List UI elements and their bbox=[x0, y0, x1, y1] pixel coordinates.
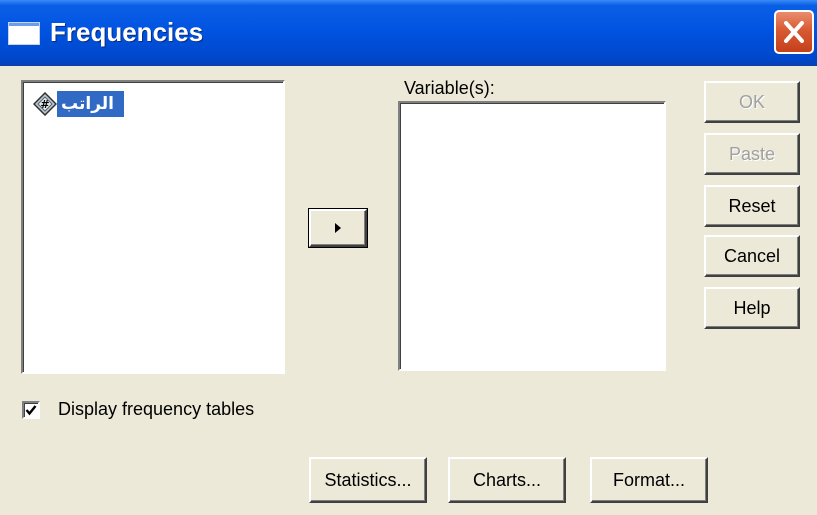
variables-label: Variable(s): bbox=[404, 78, 495, 98]
svg-text:#: # bbox=[40, 98, 49, 111]
target-variable-list[interactable] bbox=[398, 101, 666, 371]
numeric-variable-icon: # bbox=[32, 91, 58, 117]
help-button[interactable]: Help bbox=[704, 287, 800, 329]
display-frequency-tables-option[interactable]: Display frequency tables bbox=[22, 399, 254, 420]
charts-button[interactable]: Charts... bbox=[448, 457, 566, 503]
display-frequency-tables-checkbox[interactable] bbox=[22, 400, 40, 419]
window-icon bbox=[8, 22, 40, 45]
cancel-button[interactable]: Cancel bbox=[704, 235, 800, 277]
right-arrow-icon bbox=[335, 223, 341, 233]
source-variable-list[interactable]: # الراتب bbox=[21, 80, 285, 374]
paste-button[interactable]: Paste bbox=[704, 133, 800, 175]
move-variable-button[interactable] bbox=[308, 208, 368, 248]
ok-button[interactable]: OK bbox=[704, 81, 800, 123]
variable-name: الراتب bbox=[57, 91, 124, 117]
statistics-button[interactable]: Statistics... bbox=[309, 457, 427, 503]
checkmark-icon bbox=[25, 404, 37, 415]
close-icon bbox=[784, 21, 804, 43]
reset-button[interactable]: Reset bbox=[704, 185, 800, 227]
list-item[interactable]: # الراتب bbox=[32, 91, 124, 117]
title-bar[interactable]: Frequencies bbox=[0, 0, 817, 66]
display-frequency-tables-label: Display frequency tables bbox=[58, 399, 255, 419]
format-button[interactable]: Format... bbox=[590, 457, 708, 503]
close-button[interactable] bbox=[774, 10, 814, 54]
window-title: Frequencies bbox=[50, 17, 204, 47]
